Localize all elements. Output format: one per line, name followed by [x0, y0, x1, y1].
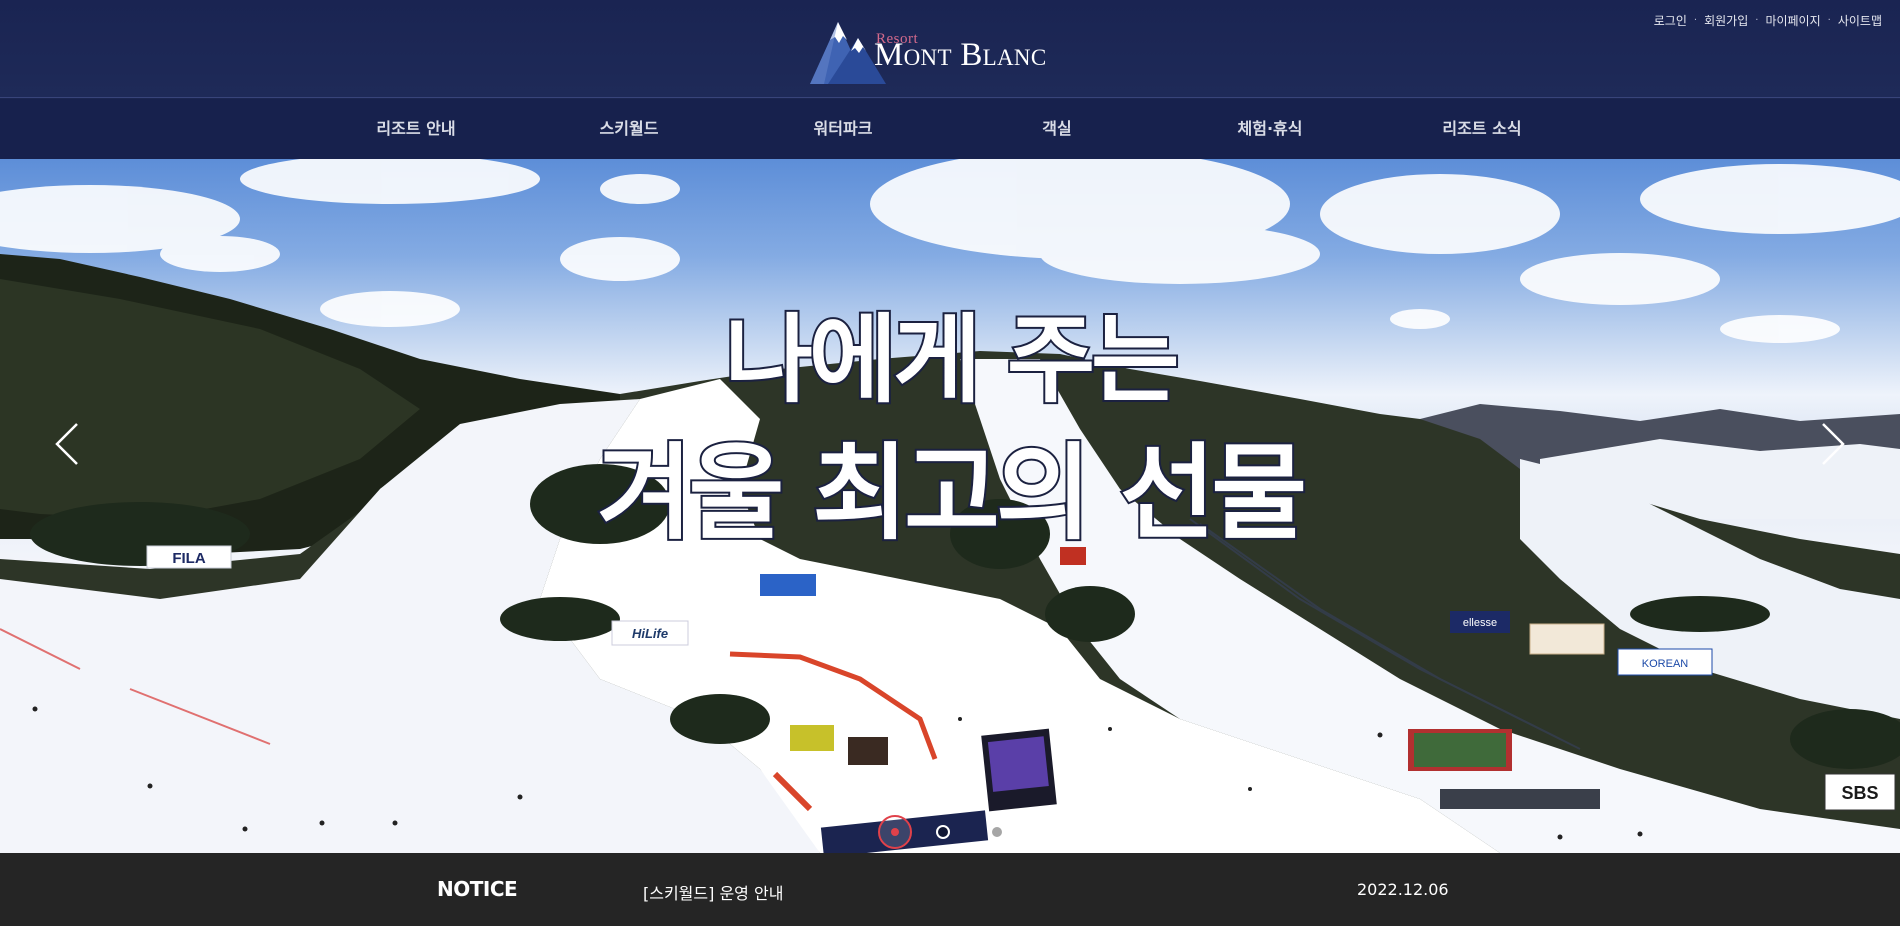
slider-dot-1[interactable]: [878, 815, 912, 849]
logo-main-text: Mont Blanc: [874, 37, 1047, 73]
slider-dot-3[interactable]: [990, 825, 1004, 839]
signup-link[interactable]: 회원가입: [1704, 12, 1748, 29]
nav-item-experience[interactable]: 체험·휴식: [1238, 99, 1303, 159]
site-logo[interactable]: Resort Mont Blanc: [808, 20, 1083, 86]
chevron-left-icon: [55, 423, 78, 465]
sign-ellesse: ellesse: [1463, 617, 1497, 629]
separator: ·: [1827, 15, 1831, 26]
separator: ·: [1693, 15, 1698, 26]
utility-nav: 로그인 · 회원가입 · 마이페이지 · 사이트맵: [1654, 12, 1882, 29]
slider-next-button[interactable]: [1815, 414, 1855, 474]
notice-label: NOTICE: [437, 877, 518, 901]
notice-title-link[interactable]: [스키월드] 운영 안내: [643, 880, 783, 904]
slider-pagination: [878, 815, 1018, 849]
site-header: 로그인 · 회원가입 · 마이페이지 · 사이트맵 Resort Mont Bl…: [0, 0, 1900, 98]
nav-item-water-park[interactable]: 워터파크: [814, 99, 873, 159]
sign-korean: KOREAN: [1642, 658, 1689, 670]
sign-hilife: HiLife: [632, 626, 668, 641]
nav-item-resort-news[interactable]: 리조트 소식: [1442, 99, 1521, 159]
separator: ·: [1755, 15, 1759, 26]
main-nav: 리조트 안내 스키월드 워터파크 객실 체험·휴식 리조트 소식: [0, 99, 1900, 159]
hero-headline-line1: 나에게 주는: [722, 302, 1181, 418]
mypage-link[interactable]: 마이페이지: [1765, 12, 1820, 29]
hero-slider: FILA HiLife ellesse KOREAN SBS 나에게 주는 겨울…: [0, 159, 1900, 853]
notice-bar: NOTICE [스키월드] 운영 안내 2022.12.06: [0, 853, 1900, 926]
nav-item-rooms[interactable]: 객실: [1042, 99, 1071, 159]
nav-item-ski-world[interactable]: 스키월드: [600, 99, 659, 159]
slider-dot-2[interactable]: [936, 825, 950, 839]
sign-sbs: SBS: [1841, 783, 1878, 803]
notice-date: 2022.12.06: [1357, 880, 1449, 899]
chevron-right-icon: [1822, 423, 1845, 465]
login-link[interactable]: 로그인: [1654, 12, 1687, 29]
slider-prev-button[interactable]: [45, 414, 85, 474]
sitemap-link[interactable]: 사이트맵: [1838, 12, 1882, 29]
nav-item-resort-info[interactable]: 리조트 안내: [376, 99, 455, 159]
hero-headline-line2: 겨울 최고의 선물: [595, 430, 1309, 556]
